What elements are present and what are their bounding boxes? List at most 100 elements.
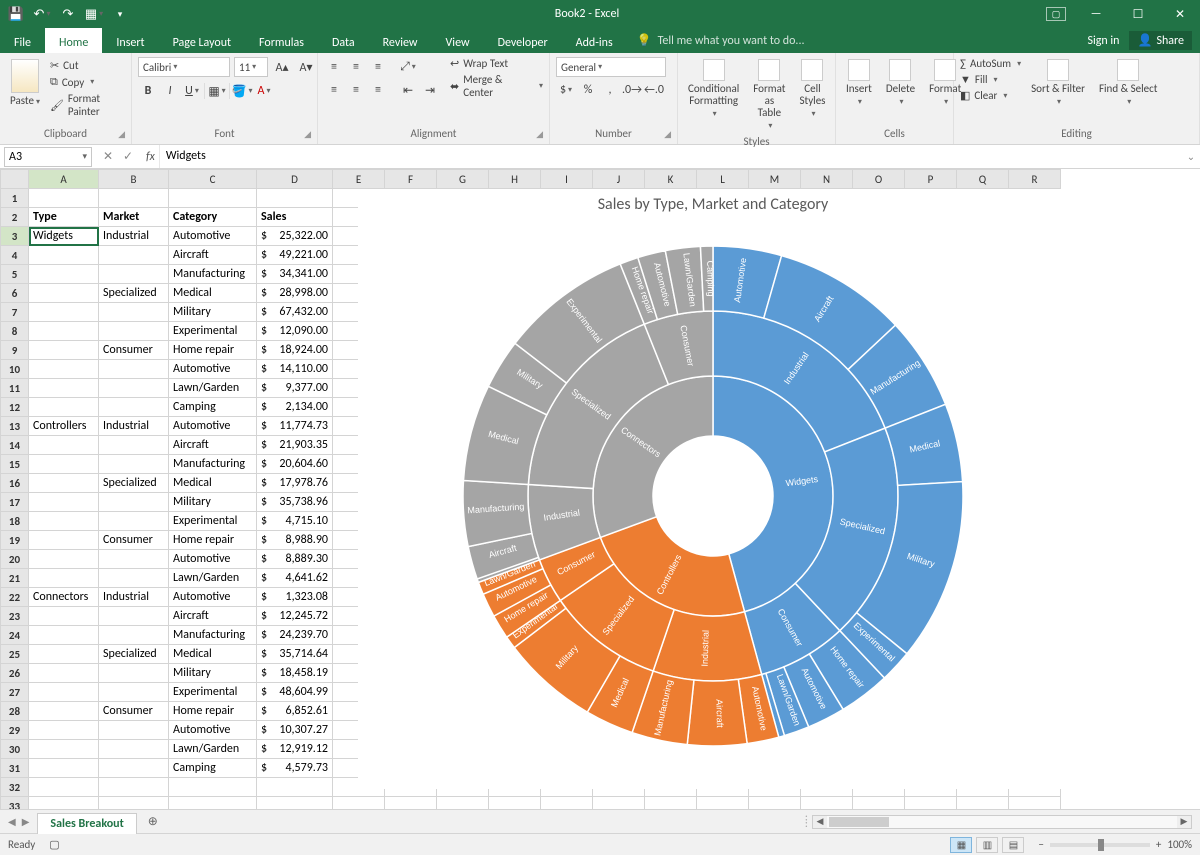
cell-A33[interactable] xyxy=(29,797,99,810)
cell-D3[interactable]: $25,322.00 xyxy=(257,227,333,246)
cell-C29[interactable]: Automotive xyxy=(169,721,257,740)
merge-center-button[interactable]: ⬌Merge & Center xyxy=(450,73,543,99)
percent-format-icon[interactable]: % xyxy=(578,80,598,100)
cell-C4[interactable]: Aircraft xyxy=(169,246,257,265)
comma-format-icon[interactable]: , xyxy=(600,80,620,100)
cell-B1[interactable] xyxy=(99,189,169,208)
cell-I33[interactable] xyxy=(541,797,593,810)
cell-C3[interactable]: Automotive xyxy=(169,227,257,246)
font-color-button[interactable]: A xyxy=(254,81,274,101)
row-header-33[interactable]: 33 xyxy=(1,797,29,810)
tab-addins[interactable]: Add-ins xyxy=(562,28,627,53)
cell-A9[interactable] xyxy=(29,341,99,360)
cell-B16[interactable]: Specialized xyxy=(99,474,169,493)
row-header-20[interactable]: 20 xyxy=(1,550,29,569)
row-header-13[interactable]: 13 xyxy=(1,417,29,436)
cell-B22[interactable]: Industrial xyxy=(99,588,169,607)
font-launcher-icon[interactable]: ◢ xyxy=(304,129,311,140)
cell-R33[interactable] xyxy=(1009,797,1061,810)
cell-A10[interactable] xyxy=(29,360,99,379)
cell-B20[interactable] xyxy=(99,550,169,569)
row-header-30[interactable]: 30 xyxy=(1,740,29,759)
sheet-nav-prev-icon[interactable]: ◀ xyxy=(8,815,16,828)
cell-B25[interactable]: Specialized xyxy=(99,645,169,664)
tab-data[interactable]: Data xyxy=(318,28,369,53)
cell-C25[interactable]: Medical xyxy=(169,645,257,664)
cell-D24[interactable]: $24,239.70 xyxy=(257,626,333,645)
font-name-combo[interactable]: Calibri xyxy=(138,57,230,77)
cell-A16[interactable] xyxy=(29,474,99,493)
cell-B18[interactable] xyxy=(99,512,169,531)
sunburst-chart[interactable]: Sales by Type, Market and Category Widge… xyxy=(358,189,1068,789)
cell-styles-button[interactable]: Cell Styles xyxy=(795,57,829,121)
cell-C2[interactable]: Category xyxy=(169,208,257,227)
cell-D6[interactable]: $28,998.00 xyxy=(257,284,333,303)
row-header-9[interactable]: 9 xyxy=(1,341,29,360)
italic-button[interactable]: I xyxy=(160,81,180,101)
cell-C21[interactable]: Lawn/Garden xyxy=(169,569,257,588)
border-button[interactable]: ▦ xyxy=(207,81,227,101)
cell-A5[interactable] xyxy=(29,265,99,284)
row-header-32[interactable]: 32 xyxy=(1,778,29,797)
format-as-table-button[interactable]: Format as Table xyxy=(749,57,789,133)
cell-C19[interactable]: Home repair xyxy=(169,531,257,550)
decrease-font-icon[interactable]: A▾ xyxy=(296,57,316,77)
cancel-formula-icon[interactable]: ✕ xyxy=(100,149,116,164)
bold-button[interactable]: B xyxy=(138,81,158,101)
cell-D15[interactable]: $20,604.60 xyxy=(257,455,333,474)
minimize-icon[interactable]: — xyxy=(1084,4,1108,24)
col-header-B[interactable]: B xyxy=(99,170,169,189)
row-header-27[interactable]: 27 xyxy=(1,683,29,702)
zoom-out-icon[interactable]: − xyxy=(1038,838,1043,851)
col-header-H[interactable]: H xyxy=(489,170,541,189)
cell-A27[interactable] xyxy=(29,683,99,702)
qat-redo-icon[interactable]: ↷ xyxy=(60,6,76,22)
copy-button[interactable]: ⧉Copy xyxy=(50,75,125,89)
align-middle-icon[interactable]: ≡ xyxy=(346,57,366,77)
cell-D18[interactable]: $4,715.10 xyxy=(257,512,333,531)
col-header-L[interactable]: L xyxy=(697,170,749,189)
cell-D27[interactable]: $48,604.99 xyxy=(257,683,333,702)
cell-A15[interactable] xyxy=(29,455,99,474)
cell-B11[interactable] xyxy=(99,379,169,398)
alignment-launcher-icon[interactable]: ◢ xyxy=(536,129,543,140)
cell-Q33[interactable] xyxy=(957,797,1009,810)
row-header-29[interactable]: 29 xyxy=(1,721,29,740)
cell-A4[interactable] xyxy=(29,246,99,265)
cell-B27[interactable] xyxy=(99,683,169,702)
cell-F33[interactable] xyxy=(385,797,437,810)
row-header-18[interactable]: 18 xyxy=(1,512,29,531)
cell-N33[interactable] xyxy=(801,797,853,810)
ribbon-display-options-icon[interactable]: ▢ xyxy=(1046,7,1066,21)
signin-link[interactable]: Sign in xyxy=(1087,34,1119,48)
formula-input[interactable]: Widgets xyxy=(159,145,1182,168)
cell-C13[interactable]: Automotive xyxy=(169,417,257,436)
cell-D14[interactable]: $21,903.35 xyxy=(257,436,333,455)
row-header-21[interactable]: 21 xyxy=(1,569,29,588)
insert-cells-button[interactable]: Insert xyxy=(842,57,876,109)
cell-A1[interactable] xyxy=(29,189,99,208)
cell-B2[interactable]: Market xyxy=(99,208,169,227)
tab-insert[interactable]: Insert xyxy=(102,28,158,53)
col-header-K[interactable]: K xyxy=(645,170,697,189)
cell-C31[interactable]: Camping xyxy=(169,759,257,778)
close-icon[interactable]: ✕ xyxy=(1168,4,1192,24)
maximize-icon[interactable]: ☐ xyxy=(1126,4,1150,24)
cell-D4[interactable]: $49,221.00 xyxy=(257,246,333,265)
cell-D32[interactable] xyxy=(257,778,333,797)
cell-D29[interactable]: $10,307.27 xyxy=(257,721,333,740)
align-top-icon[interactable]: ≡ xyxy=(324,57,344,77)
cell-D25[interactable]: $35,714.64 xyxy=(257,645,333,664)
cell-C8[interactable]: Experimental xyxy=(169,322,257,341)
cell-A21[interactable] xyxy=(29,569,99,588)
row-header-23[interactable]: 23 xyxy=(1,607,29,626)
col-header-O[interactable]: O xyxy=(853,170,905,189)
page-layout-view-icon[interactable]: ▥ xyxy=(976,837,998,853)
share-button[interactable]: 👤 Share xyxy=(1129,31,1192,50)
delete-cells-button[interactable]: Delete xyxy=(882,57,919,109)
cell-D31[interactable]: $4,579.73 xyxy=(257,759,333,778)
cell-B4[interactable] xyxy=(99,246,169,265)
row-header-1[interactable]: 1 xyxy=(1,189,29,208)
cell-C1[interactable] xyxy=(169,189,257,208)
cell-C26[interactable]: Military xyxy=(169,664,257,683)
